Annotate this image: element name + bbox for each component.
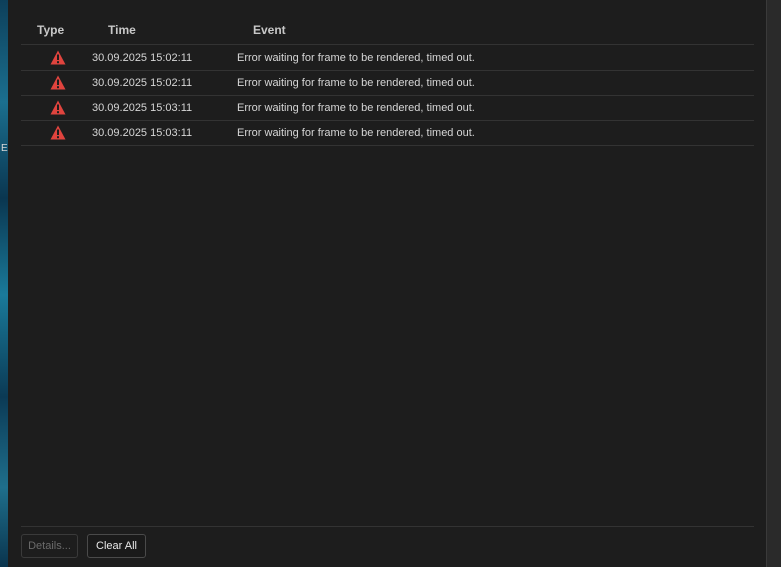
warning-icon xyxy=(50,125,66,140)
events-table-body: 30.09.2025 15:02:11 Error waiting for fr… xyxy=(21,46,754,146)
row-time: 30.09.2025 15:02:11 xyxy=(92,52,193,64)
events-table-header: Type Time Event xyxy=(21,20,754,45)
events-panel: Type Time Event 30.09.2025 15:02:11 Erro… xyxy=(8,0,766,567)
row-event: Error waiting for frame to be rendered, … xyxy=(237,52,475,64)
column-header-time[interactable]: Time xyxy=(108,23,136,37)
column-header-event[interactable]: Event xyxy=(253,23,286,37)
clear-all-button[interactable]: Clear All xyxy=(87,534,146,558)
column-header-type[interactable]: Type xyxy=(37,23,64,37)
warning-icon xyxy=(50,50,66,65)
row-time: 30.09.2025 15:03:11 xyxy=(92,127,193,139)
table-row[interactable]: 30.09.2025 15:02:11 Error waiting for fr… xyxy=(21,46,754,71)
row-time: 30.09.2025 15:02:11 xyxy=(92,77,193,89)
desktop-background xyxy=(0,0,8,567)
row-event: Error waiting for frame to be rendered, … xyxy=(237,127,475,139)
row-event: Error waiting for frame to be rendered, … xyxy=(237,77,475,89)
footer-divider xyxy=(21,526,754,527)
warning-icon xyxy=(50,75,66,90)
window-edge xyxy=(766,0,781,567)
table-row[interactable]: 30.09.2025 15:03:11 Error waiting for fr… xyxy=(21,96,754,121)
table-row[interactable]: 30.09.2025 15:02:11 Error waiting for fr… xyxy=(21,71,754,96)
desktop-edge-text: E xyxy=(1,143,8,154)
row-time: 30.09.2025 15:03:11 xyxy=(92,102,193,114)
row-event: Error waiting for frame to be rendered, … xyxy=(237,102,475,114)
details-button[interactable]: Details... xyxy=(21,534,78,558)
table-row[interactable]: 30.09.2025 15:03:11 Error waiting for fr… xyxy=(21,121,754,146)
warning-icon xyxy=(50,100,66,115)
